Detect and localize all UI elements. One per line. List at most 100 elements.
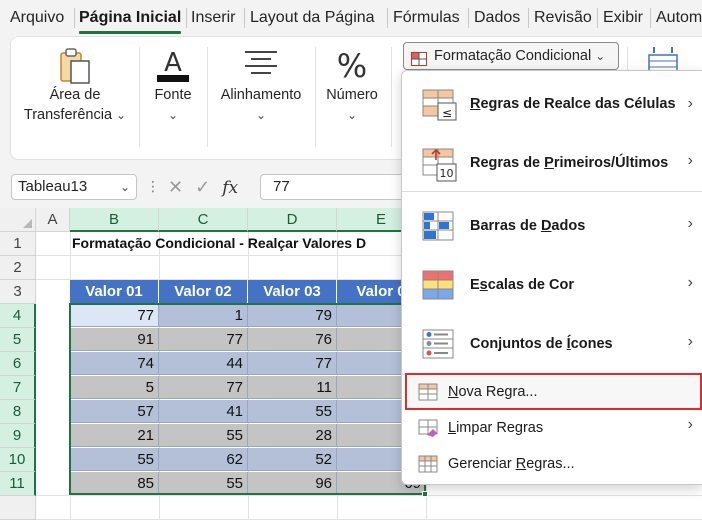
table-cell[interactable]: 1 bbox=[159, 304, 248, 327]
font-group[interactable]: A Fonte ⌄ bbox=[141, 37, 205, 161]
table-cell[interactable]: 55 bbox=[70, 448, 159, 471]
new-rule-icon bbox=[418, 383, 438, 406]
table-cell[interactable]: 76 bbox=[248, 328, 337, 351]
table-header-cell[interactable]: Valor 03 bbox=[248, 280, 337, 304]
tab-layout-da-pagina[interactable]: Layout da Página bbox=[250, 0, 375, 36]
table-cell[interactable]: 79 bbox=[248, 304, 337, 327]
tab-revisao[interactable]: Revisão bbox=[534, 0, 592, 36]
cancel-icon[interactable]: ✕ bbox=[168, 174, 183, 200]
clipboard-label-line1: Área de bbox=[49, 87, 101, 103]
chevron-down-icon[interactable]: ⌄ bbox=[120, 175, 130, 199]
tab-exibir[interactable]: Exibir bbox=[603, 0, 643, 36]
font-expand: ⌄ bbox=[141, 105, 205, 125]
menu-item-data-bars[interactable]: Barras de Dados › bbox=[402, 197, 702, 256]
tab-dados[interactable]: Dados bbox=[474, 0, 520, 36]
column-header-b[interactable]: B bbox=[70, 208, 159, 232]
menu-item-clear-rules[interactable]: Limpar Regras › bbox=[402, 410, 702, 446]
row-header-11[interactable]: 11 bbox=[0, 472, 36, 496]
row-header-2[interactable]: 2 bbox=[0, 256, 36, 280]
table-cell[interactable]: 77 bbox=[159, 328, 248, 351]
clipboard-group[interactable]: Área de Transferência ⌄ bbox=[11, 37, 139, 161]
select-all-corner[interactable] bbox=[0, 208, 36, 232]
alignment-group[interactable]: Alinhamento ⌄ bbox=[209, 37, 313, 161]
table-cell[interactable]: 57 bbox=[70, 400, 159, 423]
menu-item-highlight-cell-rules[interactable]: ≤ Regras de Realce das Células › bbox=[402, 75, 702, 134]
more-options-icon[interactable]: ⋮ bbox=[146, 178, 160, 195]
chevron-down-icon: ⌄ bbox=[255, 108, 267, 122]
fill-handle[interactable] bbox=[422, 491, 428, 497]
row-header-10[interactable]: 10 bbox=[0, 448, 36, 472]
row-header-3[interactable]: 3 bbox=[0, 280, 36, 304]
tab-separator bbox=[597, 8, 598, 28]
table-cell[interactable]: 77 bbox=[159, 376, 248, 399]
tab-pagina-inicial[interactable]: Página Inicial bbox=[79, 0, 182, 36]
svg-text:≤: ≤ bbox=[442, 106, 452, 120]
column-header-d[interactable]: D bbox=[248, 208, 337, 232]
table-header-cell[interactable]: Valor 02 bbox=[159, 280, 248, 304]
sheet-title[interactable]: Formatação Condicional - Realçar Valores… bbox=[72, 235, 366, 251]
table-cell[interactable]: 52 bbox=[248, 448, 337, 471]
table-cell[interactable]: 21 bbox=[70, 424, 159, 447]
conditional-formatting-button[interactable]: Formatação Condicional ⌄ bbox=[403, 42, 619, 70]
menu-item-color-scales[interactable]: Escalas de Cor › bbox=[402, 256, 702, 315]
menu-item-top-bottom-rules[interactable]: 10 Regras de Primeiros/Últimos › bbox=[402, 134, 702, 193]
table-cell[interactable]: 62 bbox=[159, 448, 248, 471]
row-header-empty bbox=[0, 496, 36, 520]
manage-rules-icon bbox=[418, 455, 438, 478]
table-cell[interactable]: 55 bbox=[159, 424, 248, 447]
menu-item-manage-rules[interactable]: Gerenciar Regras... bbox=[402, 446, 702, 482]
table-cell[interactable]: 41 bbox=[159, 400, 248, 423]
table-cell[interactable]: 74 bbox=[70, 352, 159, 375]
table-cell[interactable]: 55 bbox=[159, 472, 248, 495]
table-cell[interactable]: 77 bbox=[248, 352, 337, 375]
menu-item-icon-sets[interactable]: Conjuntos de Ícones › bbox=[402, 315, 702, 374]
table-cell[interactable]: 55 bbox=[248, 400, 337, 423]
group-separator bbox=[391, 47, 392, 147]
conditional-formatting-label: Formatação Condicional bbox=[434, 48, 592, 64]
table-cell[interactable]: 85 bbox=[70, 472, 159, 495]
enter-icon[interactable]: ✓ bbox=[195, 174, 210, 200]
percent-icon: % bbox=[332, 47, 372, 90]
table-cell[interactable]: 44 bbox=[159, 352, 248, 375]
tab-inserir[interactable]: Inserir bbox=[191, 0, 235, 36]
row-header-5[interactable]: 5 bbox=[0, 328, 36, 352]
table-cell[interactable]: 5 bbox=[70, 376, 159, 399]
group-separator bbox=[315, 47, 316, 147]
insert-function-icon[interactable]: fx bbox=[222, 175, 238, 201]
chevron-down-icon: ⌄ bbox=[595, 49, 606, 63]
table-cell[interactable]: 77 bbox=[70, 304, 159, 327]
alignment-label: Alinhamento bbox=[220, 87, 302, 103]
table-cell[interactable]: 28 bbox=[248, 424, 337, 447]
tab-separator bbox=[186, 8, 187, 28]
tab-separator bbox=[650, 8, 651, 28]
chevron-right-icon: › bbox=[687, 152, 693, 169]
tab-arquivo[interactable]: Arquivo bbox=[10, 0, 64, 36]
top-bottom-rules-icon: 10 bbox=[422, 148, 458, 187]
table-header-cell[interactable]: Valor 01 bbox=[70, 280, 159, 304]
table-cell[interactable]: 96 bbox=[248, 472, 337, 495]
tab-formulas[interactable]: Fórmulas bbox=[393, 0, 460, 36]
tab-separator bbox=[387, 8, 388, 28]
tab-automatizar[interactable]: Autom bbox=[656, 0, 702, 36]
name-box[interactable]: Tableau13 ⌄ bbox=[11, 174, 137, 200]
color-scales-icon bbox=[422, 270, 458, 307]
number-group[interactable]: % Número ⌄ bbox=[317, 37, 387, 161]
tab-separator bbox=[528, 8, 529, 28]
row-header-9[interactable]: 9 bbox=[0, 424, 36, 448]
row-header-7[interactable]: 7 bbox=[0, 376, 36, 400]
svg-text:A: A bbox=[164, 48, 182, 78]
menu-item-label: Gerenciar Regras... bbox=[448, 456, 575, 472]
number-label: Número bbox=[326, 87, 378, 103]
row-header-1[interactable]: 1 bbox=[0, 232, 36, 256]
menu-item-new-rule[interactable]: Nova Regra... bbox=[402, 374, 702, 410]
chevron-right-icon: › bbox=[687, 215, 693, 232]
row-header-8[interactable]: 8 bbox=[0, 400, 36, 424]
row-header-4[interactable]: 4 bbox=[0, 304, 36, 328]
eraser-icon bbox=[418, 419, 438, 442]
table-cell[interactable]: 11 bbox=[248, 376, 337, 399]
column-header-a[interactable]: A bbox=[36, 208, 70, 232]
row-header-6[interactable]: 6 bbox=[0, 352, 36, 376]
icon-sets-icon bbox=[422, 329, 458, 366]
table-cell[interactable]: 91 bbox=[70, 328, 159, 351]
column-header-c[interactable]: C bbox=[159, 208, 248, 232]
